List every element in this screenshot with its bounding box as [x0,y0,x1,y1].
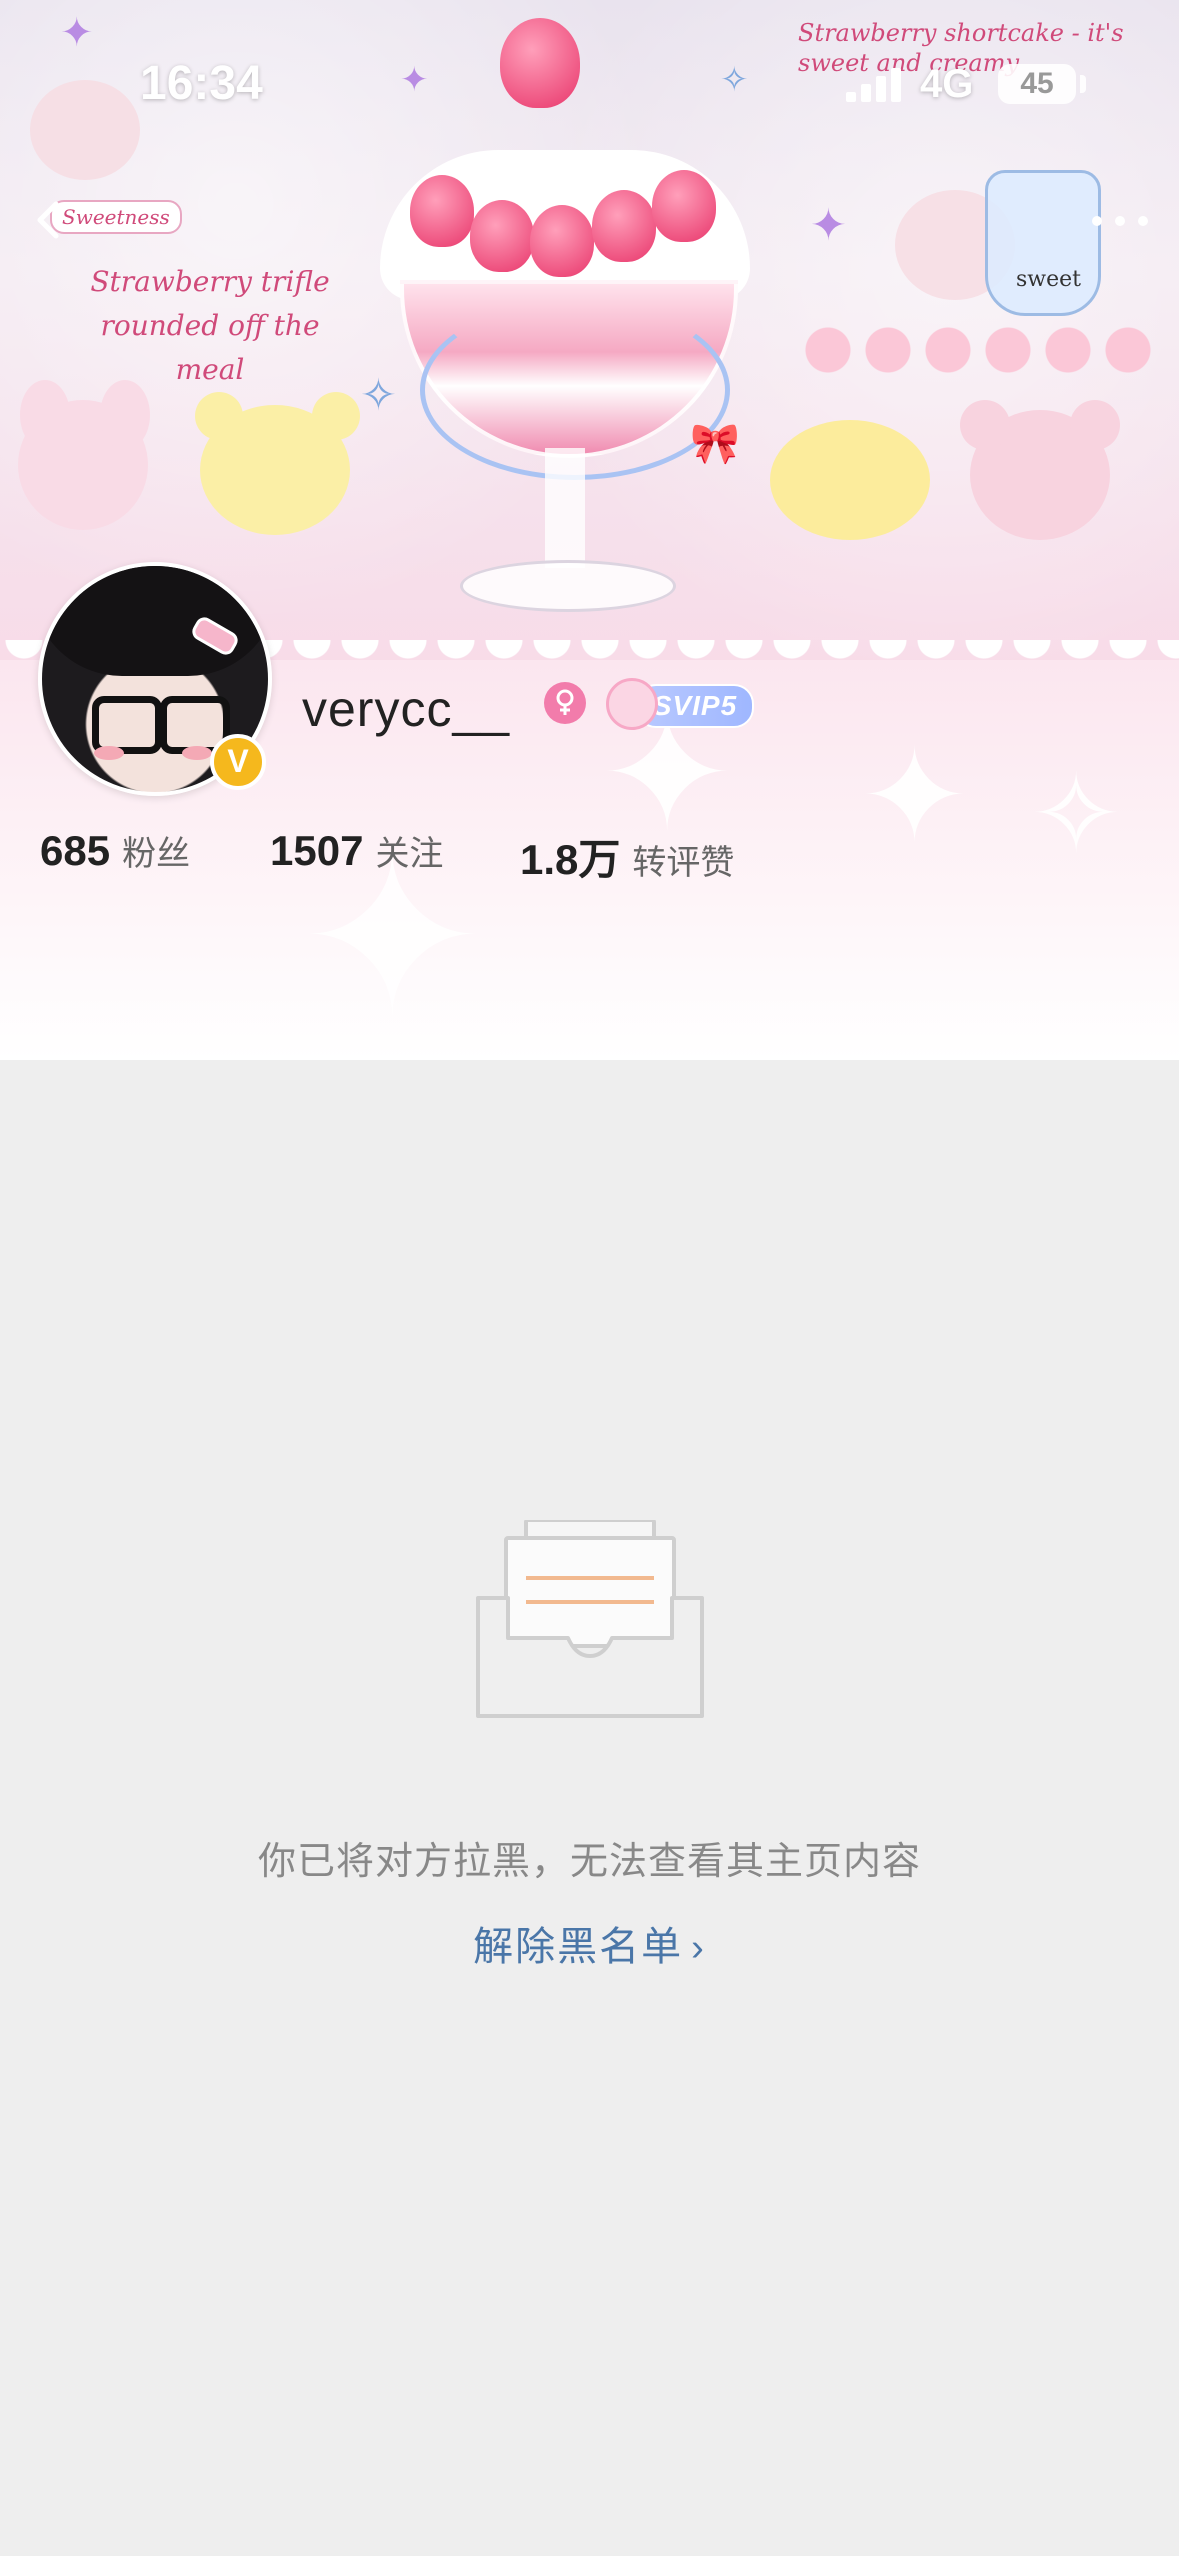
battery-tip-icon [1080,75,1086,93]
chevron-left-icon [37,201,59,239]
chevron-right-icon: › [691,1927,706,1969]
stat-interactions-label: 转评赞 [632,844,735,882]
empty-inbox-icon [476,1520,704,1718]
female-gender-icon [544,682,586,724]
parfait-base-illustration [460,560,676,612]
battery-level: 45 [1020,67,1054,100]
stat-following-label: 关注 [375,835,444,873]
bunny-ear-illustration [20,380,70,450]
strawberry-illustration [470,200,534,272]
peach-row-illustration [800,322,1160,378]
status-time: 16:34 [140,57,263,110]
sparkle-icon: ✦ [860,723,969,869]
pink-bear-ear-illustration [960,400,1010,450]
avatar-glasses-left [92,696,162,754]
verified-badge-icon: V [210,734,266,790]
network-type: 4G [920,62,974,106]
more-dot-icon [1138,216,1148,226]
back-button[interactable] [20,190,80,250]
stat-followers-label: 粉丝 [122,835,191,873]
strawberry-illustration [530,205,594,277]
stat-interactions-value: 1.8万 [520,836,621,883]
sparkle-icon: ✧ [1030,753,1123,876]
pink-bear-ear-illustration [1070,400,1120,450]
blocked-message: 你已将对方拉黑，无法查看其主页内容 [257,1841,921,1883]
battery-icon: 45 [998,64,1076,104]
more-dot-icon [1092,216,1102,226]
avatar-blush [94,746,124,760]
stat-followers[interactable]: 685 粉丝 [40,826,190,875]
bear-ear-illustration [195,392,243,440]
yellow-hat-character-illustration [770,420,930,540]
sparkle-icon: ✧ [360,371,397,420]
avatar-hair [42,566,268,676]
sparkle-icon: ✦ [810,201,847,250]
stat-following-value: 1507 [270,827,364,874]
more-dot-icon [1115,216,1125,226]
cellular-signal-icon [846,68,904,102]
strawberry-illustration [410,175,474,247]
cup-label: sweet [1016,267,1082,292]
profile-content-area [0,1060,1179,2556]
parfait-stem-illustration [545,448,585,568]
svip-badge[interactable]: SVIP5 [606,676,754,730]
stat-interactions[interactable]: 1.8万 转评赞 [520,826,734,887]
bow-icon: 🎀 [690,422,740,466]
username: verycc__ [302,681,511,737]
strawberry-illustration [652,170,716,242]
unblock-link[interactable]: 解除黑名单 › [0,1914,1179,1972]
status-bar: 16:34 4G 45 [0,0,1179,150]
stat-followers-value: 685 [40,827,111,874]
sticker-text-trifle: Strawberry trifle rounded off the meal [90,265,330,386]
unblock-label: 解除黑名单 [473,1925,684,1969]
svip-mascot-icon [606,678,658,730]
avatar-blush [182,746,212,760]
bear-ear-illustration [312,392,360,440]
strawberry-illustration [592,190,656,262]
more-options-button[interactable] [1080,190,1160,250]
stat-following[interactable]: 1507 关注 [270,826,443,875]
